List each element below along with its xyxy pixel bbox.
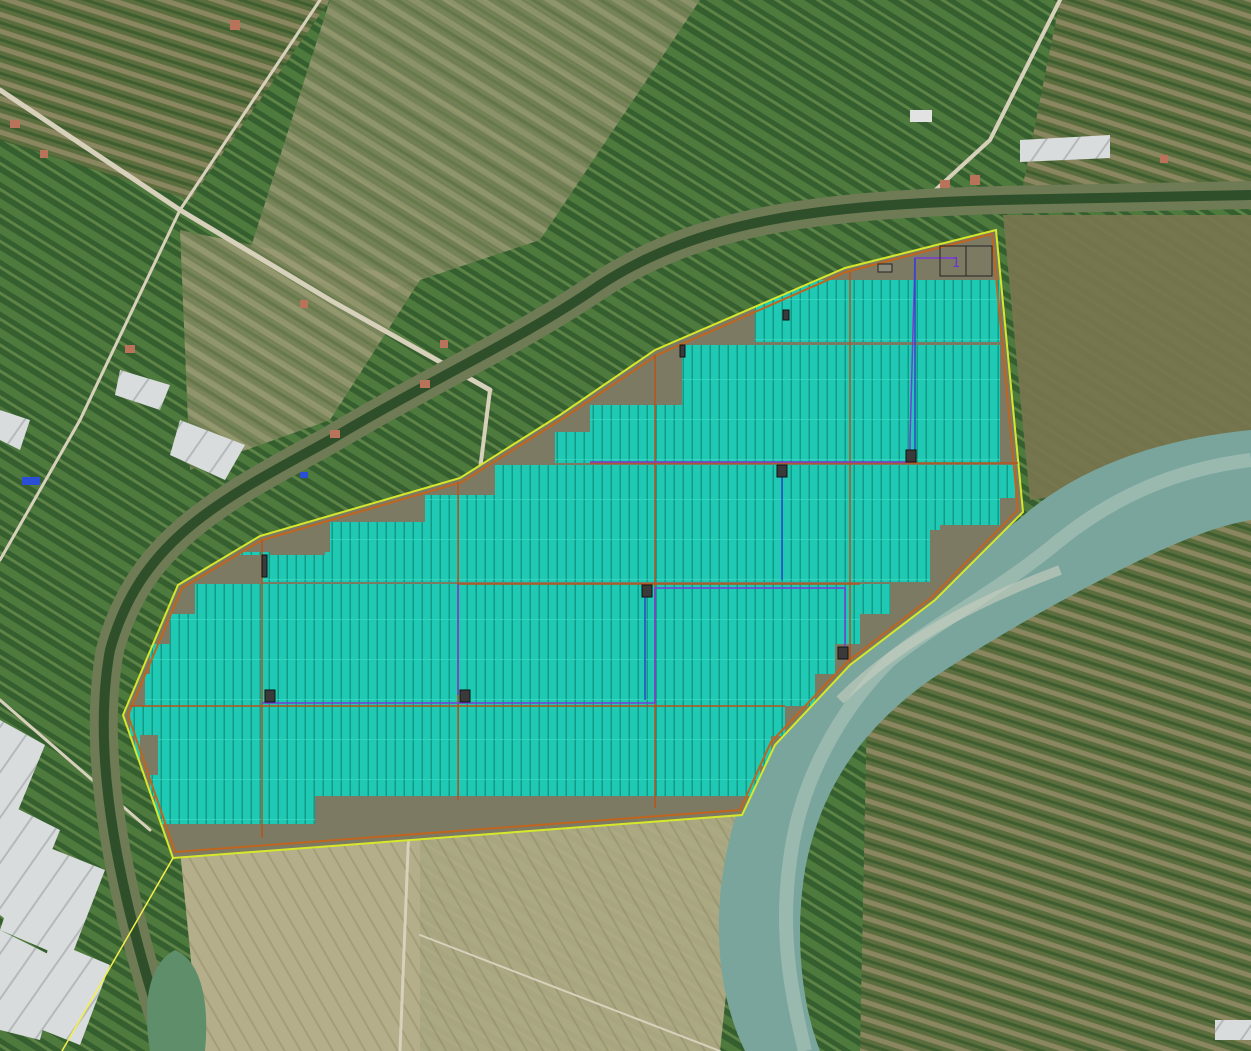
inverter-station-label: 1	[952, 256, 960, 271]
satellite-map: 1	[0, 0, 1251, 1051]
